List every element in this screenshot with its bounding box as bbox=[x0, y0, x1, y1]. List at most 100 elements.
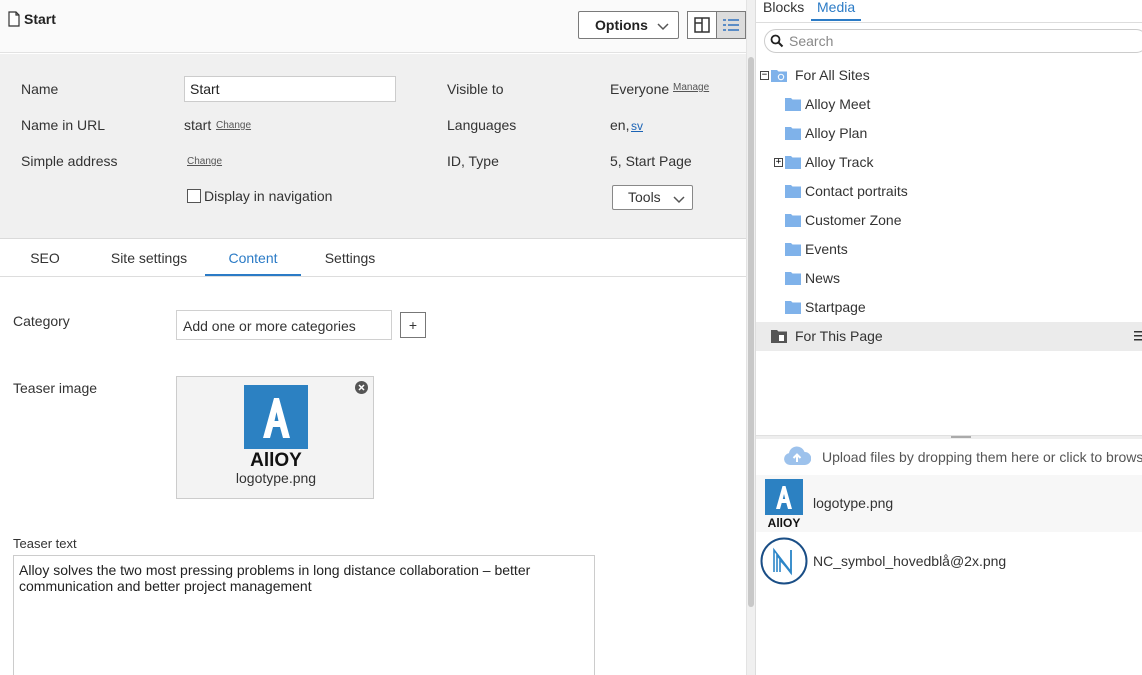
languages-value: en, bbox=[610, 117, 630, 133]
tree-item-alloy-track[interactable]: + Alloy Track bbox=[756, 148, 1142, 177]
on-page-edit-button[interactable] bbox=[688, 12, 716, 38]
teaser-text-area[interactable]: Alloy solves the two most pressing probl… bbox=[13, 555, 595, 675]
languages-label: Languages bbox=[447, 117, 517, 133]
upload-dropzone[interactable]: Upload files by dropping them here or cl… bbox=[756, 440, 1142, 474]
content-editor: Start Options Name Name in URL start Cha… bbox=[0, 0, 746, 675]
folder-icon bbox=[785, 127, 801, 140]
media-item-name: NC_symbol_hovedblå@2x.png bbox=[813, 553, 1007, 569]
name-in-url-change-link[interactable]: Change bbox=[216, 120, 251, 131]
tab-seo[interactable]: SEO bbox=[20, 240, 70, 276]
teaser-image-field[interactable]: AllOY logotype.png bbox=[176, 376, 374, 499]
folder-icon bbox=[785, 214, 801, 227]
id-type-value: 5, Start Page bbox=[610, 153, 692, 169]
folder-icon bbox=[785, 98, 801, 111]
all-properties-button[interactable] bbox=[716, 12, 745, 38]
alloy-logo-icon: AllOY bbox=[765, 479, 803, 529]
name-in-url-value: start bbox=[184, 117, 212, 133]
tree-item-label: Alloy Track bbox=[805, 154, 874, 170]
search-icon bbox=[770, 34, 784, 48]
svg-text:AllOY: AllOY bbox=[768, 516, 801, 529]
search-placeholder: Search bbox=[789, 33, 834, 49]
id-type-label: ID, Type bbox=[447, 153, 499, 169]
visible-to-value: Everyone bbox=[610, 81, 670, 97]
view-toggle bbox=[687, 11, 746, 39]
simple-address-change-link[interactable]: Change bbox=[187, 156, 222, 167]
search-input[interactable]: Search bbox=[764, 29, 1142, 53]
tab-site-settings[interactable]: Site settings bbox=[104, 240, 194, 276]
nc-symbol-icon bbox=[760, 537, 808, 585]
media-item[interactable]: AllOY logotype.png bbox=[756, 475, 1142, 532]
tree-item-label: Startpage bbox=[805, 299, 866, 315]
upload-text: Upload files by dropping them here or cl… bbox=[822, 449, 1142, 465]
tree-item-for-all-sites[interactable]: − For All Sites bbox=[756, 61, 1142, 90]
tree-item-startpage[interactable]: Startpage bbox=[756, 293, 1142, 322]
tree-item-label: Alloy Plan bbox=[805, 125, 868, 141]
display-in-navigation-checkbox[interactable] bbox=[187, 189, 201, 203]
media-item-name: logotype.png bbox=[813, 495, 894, 511]
tree-item-label: For This Page bbox=[795, 328, 883, 344]
folder-icon bbox=[785, 156, 801, 169]
cloud-upload-icon bbox=[784, 446, 811, 465]
name-label: Name bbox=[21, 81, 59, 97]
tab-content[interactable]: Content bbox=[205, 240, 301, 276]
tree-item-alloy-meet[interactable]: Alloy Meet bbox=[756, 90, 1142, 119]
context-menu-icon[interactable] bbox=[1134, 330, 1142, 342]
tree-item-alloy-plan[interactable]: Alloy Plan bbox=[756, 119, 1142, 148]
language-sv-link[interactable]: sv bbox=[631, 119, 643, 133]
options-label: Options bbox=[595, 17, 648, 33]
tree-item-news[interactable]: News bbox=[756, 264, 1142, 293]
scrollbar-thumb[interactable] bbox=[748, 57, 754, 607]
tools-button[interactable]: Tools bbox=[612, 185, 693, 210]
tools-label: Tools bbox=[628, 189, 661, 205]
folder-icon bbox=[785, 272, 801, 285]
display-in-navigation-label: Display in navigation bbox=[204, 188, 333, 204]
tree-item-contact-portraits[interactable]: Contact portraits bbox=[756, 177, 1142, 206]
splitter-grip[interactable] bbox=[951, 436, 971, 438]
tree-item-label: Contact portraits bbox=[805, 183, 908, 199]
tab-media[interactable]: Media bbox=[811, 0, 862, 21]
globe-folder-icon bbox=[771, 70, 787, 82]
assets-pane: Blocks Media Search − For All Sites Allo… bbox=[755, 0, 1142, 675]
pane-splitter[interactable] bbox=[756, 435, 1142, 439]
svg-text:AllOY: AllOY bbox=[250, 450, 302, 467]
tree-item-label: For All Sites bbox=[795, 67, 870, 83]
teaser-image-filename: logotype.png bbox=[235, 470, 317, 486]
teaser-image-label: Teaser image bbox=[13, 380, 98, 396]
folder-icon bbox=[785, 243, 801, 256]
tree-item-label: Alloy Meet bbox=[805, 96, 871, 112]
collapse-icon[interactable]: − bbox=[760, 71, 769, 80]
chevron-down-icon bbox=[657, 23, 669, 31]
remove-image-icon[interactable] bbox=[354, 380, 369, 395]
editor-toolbar: Start Options bbox=[0, 0, 746, 53]
simple-address-label: Simple address bbox=[21, 153, 118, 169]
list-icon bbox=[723, 19, 740, 31]
tree-item-for-this-page[interactable]: For This Page bbox=[756, 322, 1142, 351]
tab-blocks[interactable]: Blocks bbox=[757, 0, 810, 21]
media-item[interactable]: NC_symbol_hovedblå@2x.png bbox=[756, 533, 1142, 590]
tree-item-label: Customer Zone bbox=[805, 212, 902, 228]
name-input[interactable] bbox=[184, 76, 396, 102]
tree-item-label: Events bbox=[805, 241, 848, 257]
page-icon bbox=[8, 11, 20, 27]
add-category-button[interactable]: + bbox=[400, 312, 426, 338]
editor-scrollbar[interactable] bbox=[746, 0, 755, 675]
alloy-logo-icon: AllOY bbox=[244, 385, 308, 467]
page-folder-icon bbox=[771, 330, 787, 343]
category-label: Category bbox=[13, 313, 70, 329]
tree-item-events[interactable]: Events bbox=[756, 235, 1142, 264]
options-button[interactable]: Options bbox=[578, 11, 679, 39]
layout-icon bbox=[694, 17, 710, 33]
folder-icon bbox=[785, 185, 801, 198]
expand-icon[interactable]: + bbox=[774, 158, 783, 167]
tab-settings[interactable]: Settings bbox=[316, 240, 384, 276]
visible-to-label: Visible to bbox=[447, 81, 504, 97]
category-input[interactable]: Add one or more categories bbox=[176, 310, 392, 340]
teaser-text-label: Teaser text bbox=[13, 536, 77, 551]
display-in-navigation-row[interactable]: Display in navigation bbox=[187, 188, 332, 204]
tree-item-label: News bbox=[805, 270, 841, 286]
page-title-group: Start bbox=[7, 11, 56, 27]
visible-to-manage-link[interactable]: Manage bbox=[673, 82, 709, 93]
tree-item-customer-zone[interactable]: Customer Zone bbox=[756, 206, 1142, 235]
name-in-url-label: Name in URL bbox=[21, 117, 106, 133]
folder-icon bbox=[785, 301, 801, 314]
